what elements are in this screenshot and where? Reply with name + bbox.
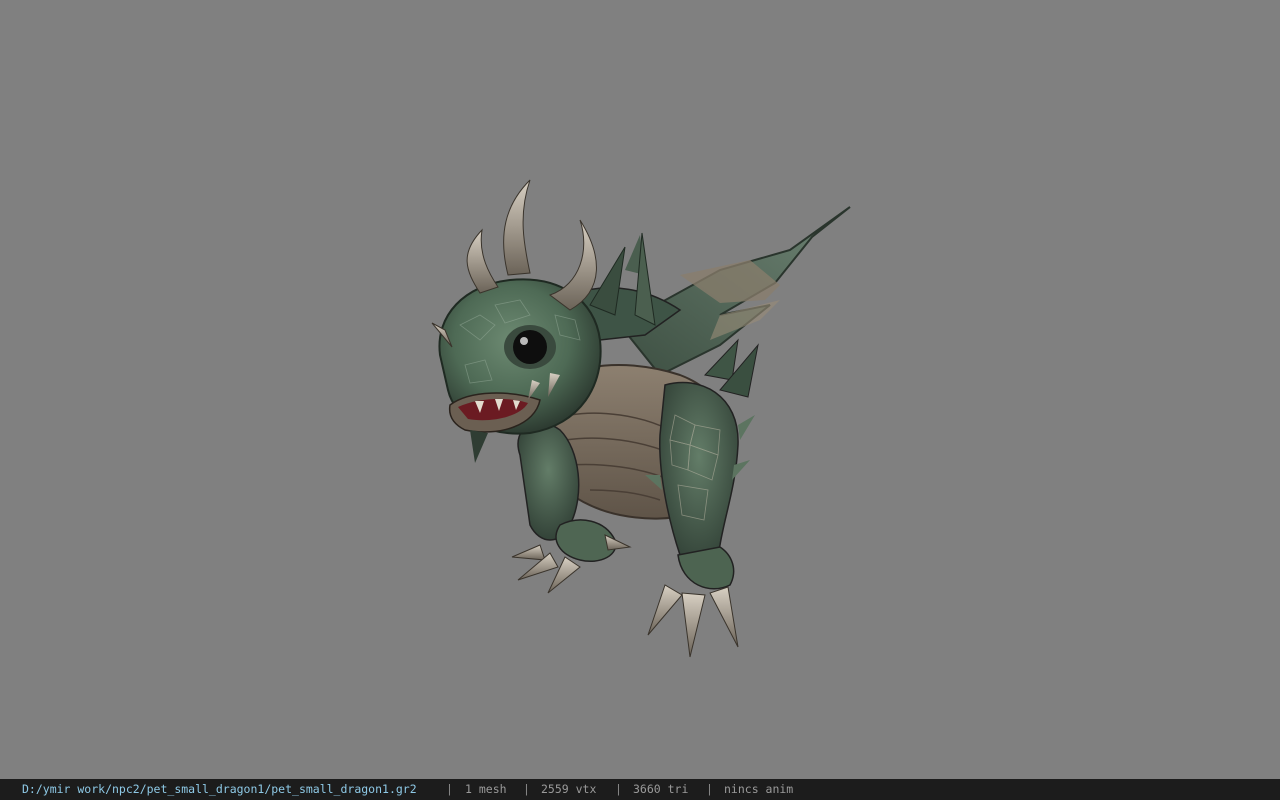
status-bar: D:/ymir work/npc2/pet_small_dragon1/pet_… — [0, 779, 1280, 800]
model-file-path: D:/ymir work/npc2/pet_small_dragon1/pet_… — [22, 782, 417, 796]
status-separator: | — [706, 782, 713, 796]
animation-status: nincs anim — [724, 782, 794, 796]
status-separator: | — [615, 782, 622, 796]
dragon-model — [431, 179, 851, 658]
status-separator: | — [446, 782, 453, 796]
status-separator: | — [523, 782, 530, 796]
vertex-count: 2559 vtx — [541, 782, 597, 796]
mesh-count: 1 mesh — [465, 782, 507, 796]
3d-viewport[interactable] — [0, 0, 1280, 779]
triangle-count: 3660 tri — [633, 782, 689, 796]
